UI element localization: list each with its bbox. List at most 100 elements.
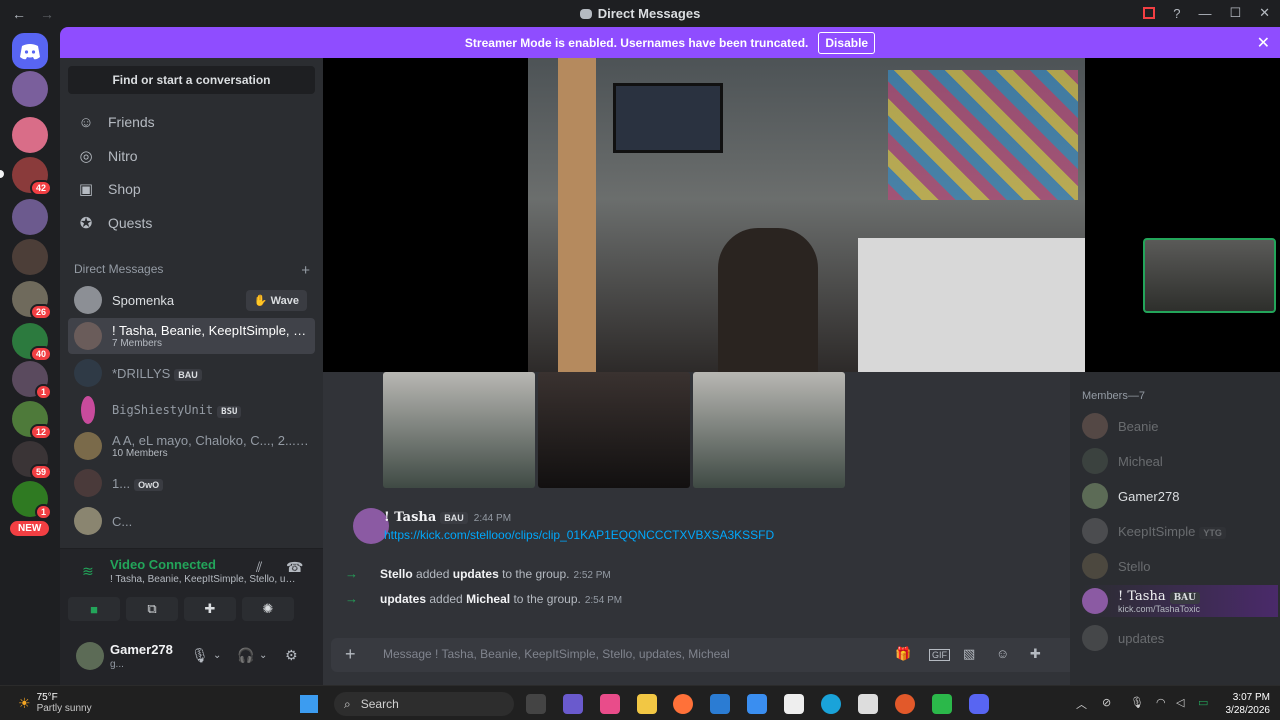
disconnect-icon[interactable]: ☎ [286,559,303,576]
discord-small-icon [579,9,592,19]
taskbar-app-icon[interactable] [563,694,583,714]
dm-item[interactable]: A A, eL mayo, Chaloko, C..., 2..., ... 1… [68,428,315,464]
add-attachment-icon[interactable]: + [345,644,356,665]
activities-button[interactable]: ✚ [184,597,236,621]
soundboard-button[interactable]: ✺ [242,597,294,621]
dm-item[interactable]: 1... OwO [68,465,315,501]
taskbar-app-icon[interactable] [526,694,546,714]
stream-video[interactable] [528,58,1085,372]
user-avatar[interactable] [76,642,104,670]
message-author[interactable]: ! Tasha [384,510,436,525]
gift-icon[interactable]: 🎁 [895,646,911,662]
username[interactable]: Gamer278 [110,642,173,657]
inbox-icon[interactable] [1143,7,1156,19]
voice-status[interactable]: Video Connected [110,557,216,572]
vpn-icon[interactable]: ⊘ [1102,696,1111,709]
create-dm-icon[interactable]: + [301,262,310,279]
battery-icon[interactable]: ▭ [1198,696,1208,709]
screen-share-button[interactable]: ⧉ [126,597,178,621]
dm-item[interactable]: Spomenka ✋ Wave [68,282,315,318]
discord-taskbar-icon[interactable] [969,694,989,714]
member-item[interactable]: Beanie [1082,410,1278,442]
member-avatar [1082,588,1108,614]
emoji-icon[interactable]: ☺ [996,646,1009,661]
member-item[interactable]: Micheal [1082,445,1278,477]
weather-widget[interactable]: ☀ 75°F Partly sunny [18,692,92,714]
member-item[interactable]: Stello [1082,550,1278,582]
disable-streamer-button[interactable]: Disable [818,31,876,54]
image-attachment[interactable] [538,372,690,488]
nav-friends[interactable]: ☺ Friends [68,106,315,138]
headphones-icon[interactable]: 🎧 [237,647,254,664]
self-video-pip[interactable] [1143,238,1276,313]
sticker-icon[interactable]: ▧ [963,646,975,662]
dm-item[interactable]: C... [68,503,315,539]
message-composer[interactable]: + Message ! Tasha, Beanie, KeepItSimple,… [331,638,1097,672]
taskbar-app-icon[interactable] [600,694,620,714]
member-item[interactable]: Gamer278 [1082,480,1278,512]
chevron-down-icon[interactable]: ⌄ [213,650,221,661]
server-tag: BAU [1169,591,1201,604]
server-icon[interactable] [12,71,48,107]
server-icon[interactable]: 1 [12,481,52,520]
dm-item[interactable]: *DRILLYS BAU [68,355,315,391]
apps-icon[interactable]: ✚ [1030,646,1041,662]
server-icon[interactable]: 40 [12,323,52,362]
find-conversation-button[interactable]: Find or start a conversation [68,66,315,94]
nav-shop[interactable]: ▣ Shop [68,173,315,205]
system-clock[interactable]: 3:07 PM 3/28/2026 [1226,691,1271,717]
server-tag: BAU [174,368,202,381]
wifi-icon[interactable]: ◠ [1156,696,1166,709]
server-icon[interactable] [12,199,48,235]
dropbox-icon[interactable] [747,694,767,714]
firefox-icon[interactable] [673,694,693,714]
settings-gear-icon[interactable]: ⚙ [285,647,298,664]
mail-icon[interactable] [710,694,730,714]
nav-quests[interactable]: ✪ Quests [68,207,315,239]
image-attachment[interactable] [693,372,845,488]
server-icon[interactable]: 59 [12,441,52,480]
file-explorer-icon[interactable] [637,694,657,714]
app-icon[interactable] [932,694,952,714]
camera-button[interactable]: ■ [68,597,120,621]
server-tag: BSU [217,405,242,418]
close-banner-icon[interactable]: ✕ [1257,33,1270,53]
voice-channel[interactable]: ! Tasha, Beanie, KeepItSimple, Stello, u… [110,574,298,585]
dm-item[interactable]: BigShiestyUnit BSU [68,392,315,428]
chevron-up-icon[interactable]: ︿ [1076,696,1087,712]
notepad-icon[interactable] [858,694,878,714]
app-icon[interactable] [895,694,915,714]
maximize-icon[interactable]: ☐ [1229,5,1241,21]
close-window-icon[interactable]: ✕ [1259,5,1270,21]
notion-icon[interactable] [784,694,804,714]
discord-home-button[interactable] [12,33,48,69]
member-item[interactable]: KeepItSimple YTG [1082,515,1278,547]
noise-suppression-icon[interactable]: ⫽ [256,559,262,576]
server-icon[interactable] [12,239,48,275]
chevron-down-icon[interactable]: ⌄ [259,650,267,661]
microphone-icon[interactable]: 🎙 [191,647,209,664]
nav-nitro[interactable]: ◎ Nitro [68,140,315,172]
new-badge[interactable]: NEW [10,521,50,536]
wave-button[interactable]: ✋ Wave [245,289,307,311]
server-icon[interactable]: 1 [12,361,52,400]
member-item[interactable]: updates [1082,622,1278,654]
help-icon[interactable]: ? [1173,6,1180,21]
server-icon[interactable]: 26 [12,281,52,320]
server-icon[interactable]: 42 [12,157,52,196]
dm-item-active[interactable]: ! Tasha, Beanie, KeepItSimple, St... 7 M… [68,318,315,354]
edge-icon[interactable] [821,694,841,714]
composer-placeholder[interactable]: Message ! Tasha, Beanie, KeepItSimple, S… [383,647,730,661]
minimize-icon[interactable]: — [1198,6,1211,21]
gif-icon[interactable]: GIF [929,649,950,661]
start-button[interactable] [300,695,318,713]
member-item[interactable]: ! Tasha BAU kick.com/TashaToxic [1082,585,1278,617]
message-link[interactable]: https://kick.com/stellooo/clips/clip_01K… [384,528,774,542]
server-icon[interactable] [12,117,48,153]
mic-tray-icon[interactable]: 🎙 [1130,696,1144,709]
image-attachment[interactable] [383,372,535,488]
server-icon[interactable]: 12 [12,401,52,440]
taskbar-search[interactable]: ⌕ Search [334,692,514,716]
server-tag: YTG [1199,526,1226,539]
volume-icon[interactable]: ◁ [1176,696,1184,709]
